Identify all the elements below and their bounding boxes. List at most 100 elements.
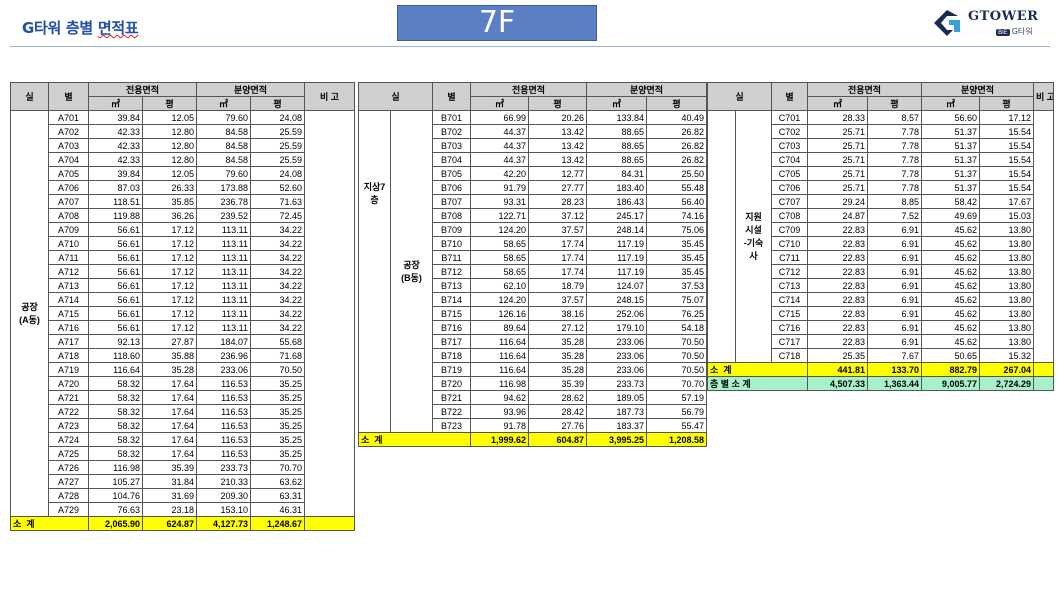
table-row: A725 58.32 17.64 116.53 35.25 xyxy=(11,446,355,461)
exclusive-pyeong: 17.64 xyxy=(142,376,197,391)
sale-m2: 233.73 xyxy=(586,376,647,391)
unit-code: C716 xyxy=(771,320,808,335)
sale-pyeong: 63.62 xyxy=(250,474,305,489)
exclusive-pyeong: 7.78 xyxy=(867,152,922,167)
unit-code: A719 xyxy=(48,362,89,377)
unit-code: A713 xyxy=(48,278,89,293)
sale-m2: 189.05 xyxy=(586,390,647,405)
col-exclusive: 전용면적 xyxy=(88,82,197,97)
sale-pyeong: 34.22 xyxy=(250,292,305,307)
remark-cell xyxy=(304,446,355,461)
sale-m2: 183.37 xyxy=(586,418,647,433)
exclusive-m2: 22.83 xyxy=(807,292,868,307)
exclusive-pyeong: 17.64 xyxy=(142,404,197,419)
exclusive-m2: 25.71 xyxy=(807,180,868,195)
exclusive-m2: 116.64 xyxy=(470,362,529,377)
unit-code: A706 xyxy=(48,180,89,195)
sale-pyeong: 34.22 xyxy=(250,236,305,251)
sale-pyeong: 75.07 xyxy=(646,292,707,307)
table-row: A702 42.33 12.80 84.58 25.59 xyxy=(11,124,355,139)
exclusive-pyeong: 18.79 xyxy=(528,278,587,293)
table-row: A706 87.03 26.33 173.88 52.60 xyxy=(11,180,355,195)
unit-code: A704 xyxy=(48,152,89,167)
sale-m2: 209.30 xyxy=(196,488,251,503)
unit-code: A718 xyxy=(48,348,89,363)
exclusive-pyeong: 12.77 xyxy=(528,166,587,181)
exclusive-pyeong: 8.57 xyxy=(867,110,922,125)
exclusive-m2: 25.35 xyxy=(807,348,868,363)
sale-pyeong: 17.12 xyxy=(979,110,1034,125)
unit-code: B715 xyxy=(432,306,471,321)
sale-pyeong: 35.45 xyxy=(646,264,707,279)
exclusive-pyeong: 27.12 xyxy=(528,320,587,335)
sale-pyeong: 26.82 xyxy=(646,152,707,167)
subtotal-sale-pyeong: 1,248.67 xyxy=(250,516,305,531)
exclusive-pyeong: 6.91 xyxy=(867,306,922,321)
unit-code: A725 xyxy=(48,446,89,461)
unit-code: B710 xyxy=(432,236,471,251)
subtotal-exclusive-m2: 1,999.62 xyxy=(470,432,529,447)
subtotal-sale-m2: 3,995.25 xyxy=(586,432,647,447)
table-row: A710 56.61 17.12 113.11 34.22 xyxy=(11,236,355,251)
gtower-logo-icon xyxy=(934,10,960,36)
unit-code: A721 xyxy=(48,390,89,405)
sale-pyeong: 26.82 xyxy=(646,124,707,139)
col-room: 실 xyxy=(10,82,49,111)
unit-code: C705 xyxy=(771,166,808,181)
exclusive-pyeong: 6.91 xyxy=(867,250,922,265)
unit-code: C714 xyxy=(771,292,808,307)
exclusive-m2: 89.64 xyxy=(470,320,529,335)
sale-m2: 117.19 xyxy=(586,236,647,251)
exclusive-pyeong: 8.85 xyxy=(867,194,922,209)
exclusive-pyeong: 27.77 xyxy=(528,180,587,195)
sale-m2: 233.06 xyxy=(586,334,647,349)
table-row: A711 56.61 17.12 113.11 34.22 xyxy=(11,250,355,265)
sale-pyeong: 75.06 xyxy=(646,222,707,237)
exclusive-pyeong: 6.91 xyxy=(867,292,922,307)
table-row: A704 42.33 12.80 84.58 25.59 xyxy=(11,152,355,167)
col-pyeong: 평 xyxy=(867,96,922,111)
table-row: A713 56.61 17.12 113.11 34.22 xyxy=(11,278,355,293)
unit-code: C708 xyxy=(771,208,808,223)
sale-m2: 84.31 xyxy=(586,166,647,181)
logo-sub-text: G타워 xyxy=(1011,27,1033,36)
table-row: 지원 시설 -기숙 사 C701 28.33 8.57 56.60 17.12 xyxy=(707,110,1054,363)
sale-m2: 233.06 xyxy=(196,362,251,377)
exclusive-m2: 116.64 xyxy=(88,362,143,377)
exclusive-m2: 58.65 xyxy=(470,250,529,265)
title-text: G타워 층별 xyxy=(22,19,98,37)
sale-m2: 233.06 xyxy=(586,362,647,377)
sale-m2: 45.62 xyxy=(921,222,980,237)
exclusive-pyeong: 17.12 xyxy=(142,222,197,237)
unit-code: A724 xyxy=(48,432,89,447)
sale-pyeong: 13.80 xyxy=(979,334,1034,349)
exclusive-pyeong: 17.12 xyxy=(142,264,197,279)
subtotal-exclusive-m2: 2,065.90 xyxy=(88,516,143,531)
subtotal-exclusive-pyeong: 604.87 xyxy=(528,432,587,447)
exclusive-m2: 105.27 xyxy=(88,474,143,489)
exclusive-m2: 116.98 xyxy=(470,376,529,391)
col-m2: ㎡ xyxy=(921,96,980,111)
exclusive-m2: 124.20 xyxy=(470,222,529,237)
table-row: A718 118.60 35.88 236.96 71.68 xyxy=(11,348,355,363)
exclusive-m2: 25.71 xyxy=(807,124,868,139)
table-row: A724 58.32 17.64 116.53 35.25 xyxy=(11,432,355,447)
subtotal-row: 소 계 2,065.90 624.87 4,127.73 1,248.67 xyxy=(10,516,355,531)
exclusive-m2: 42.33 xyxy=(88,138,143,153)
remark-cell xyxy=(304,264,355,279)
sale-pyeong: 55.48 xyxy=(646,180,707,195)
group-label: 공장 (B동) xyxy=(390,110,433,433)
exclusive-pyeong: 17.64 xyxy=(142,390,197,405)
sale-pyeong: 25.50 xyxy=(646,166,707,181)
table-row: A721 58.32 17.64 116.53 35.25 xyxy=(11,390,355,405)
subtotal-exclusive-pyeong: 624.87 xyxy=(142,516,197,531)
unit-code: C707 xyxy=(771,194,808,209)
unit-code: B703 xyxy=(432,138,471,153)
sale-pyeong: 72.45 xyxy=(250,208,305,223)
unit-code: B704 xyxy=(432,152,471,167)
subtotal-label: 소 계 xyxy=(707,362,808,377)
exclusive-pyeong: 27.76 xyxy=(528,418,587,433)
unit-code: A728 xyxy=(48,488,89,503)
exclusive-m2: 28.33 xyxy=(807,110,868,125)
sale-pyeong: 76.25 xyxy=(646,306,707,321)
